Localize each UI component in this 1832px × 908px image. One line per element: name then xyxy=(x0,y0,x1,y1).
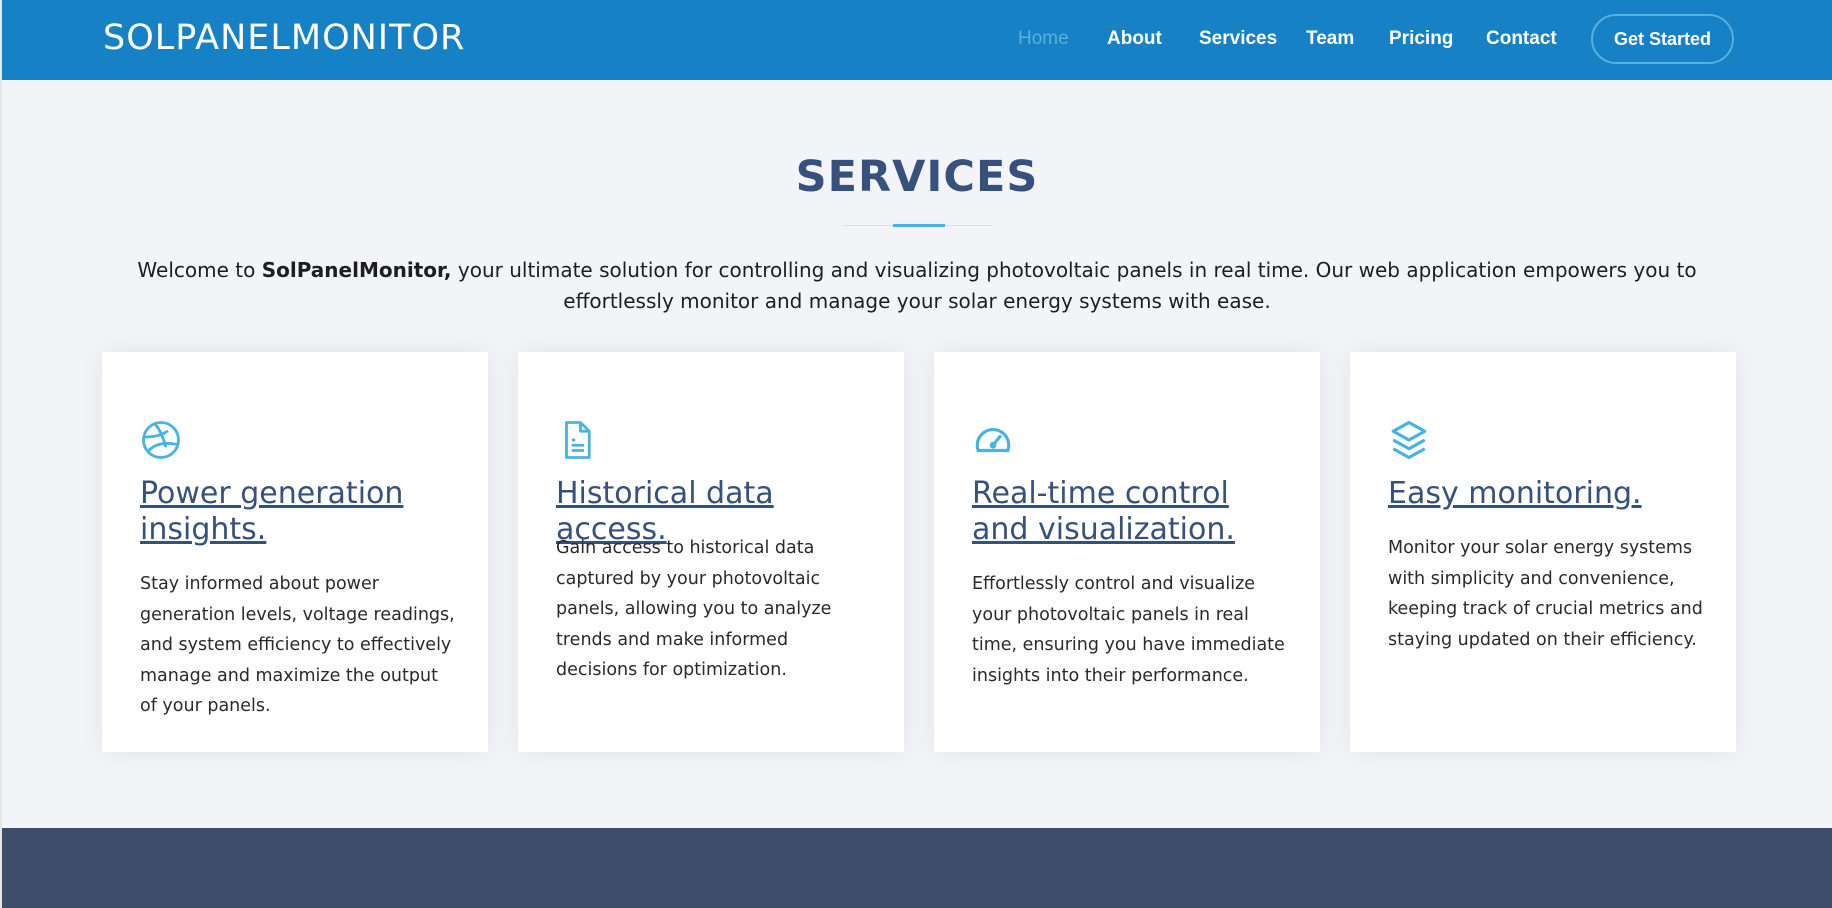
nav-team[interactable]: Team xyxy=(1306,28,1354,50)
file-text-icon xyxy=(556,419,598,461)
intro-rest: your ultimate solution for controlling a… xyxy=(451,258,1697,313)
nav-about[interactable]: About xyxy=(1107,28,1162,50)
service-card-realtime: Real-time control and visualization. Eff… xyxy=(934,352,1320,752)
card-title-realtime[interactable]: Real-time control and visualization. xyxy=(972,476,1292,548)
intro-text: Welcome to SolPanelMonitor, your ultimat… xyxy=(102,255,1732,317)
main-nav: Home About Services Team Pricing Contact xyxy=(2,0,1832,80)
card-title-monitoring[interactable]: Easy monitoring. xyxy=(1388,476,1708,512)
card-text-monitoring: Monitor your solar energy systems with s… xyxy=(1388,538,1703,650)
title-divider-accent xyxy=(893,224,945,227)
service-card-monitoring: Easy monitoring. Monitor your solar ener… xyxy=(1350,352,1736,752)
nav-services[interactable]: Services xyxy=(1199,28,1277,50)
card-title-power[interactable]: Power generation insights. xyxy=(140,476,460,548)
page: SOLPANELMONITOR Home About Services Team… xyxy=(2,0,1832,908)
dribbble-icon xyxy=(140,419,182,461)
card-text-historical: Gain access to historical data captured … xyxy=(556,538,832,680)
intro-prefix: Welcome to xyxy=(137,258,262,282)
card-text-realtime: Effortlessly control and visualize your … xyxy=(972,574,1285,686)
speedometer-icon xyxy=(972,419,1014,461)
nav-home[interactable]: Home xyxy=(1018,28,1069,50)
service-card-historical: Historical data access. Gain access to h… xyxy=(518,352,904,752)
site-header: SOLPANELMONITOR Home About Services Team… xyxy=(2,0,1832,80)
nav-contact[interactable]: Contact xyxy=(1486,28,1557,50)
section-title: SERVICES xyxy=(795,152,1039,202)
nav-pricing[interactable]: Pricing xyxy=(1389,28,1453,50)
get-started-button[interactable]: Get Started xyxy=(1591,14,1734,64)
service-card-power: Power generation insights. Stay informed… xyxy=(102,352,488,752)
intro-brand: SolPanelMonitor, xyxy=(261,258,452,282)
footer-band xyxy=(2,828,1832,908)
card-text-power: Stay informed about power generation lev… xyxy=(140,574,455,716)
layers-icon xyxy=(1388,419,1430,461)
